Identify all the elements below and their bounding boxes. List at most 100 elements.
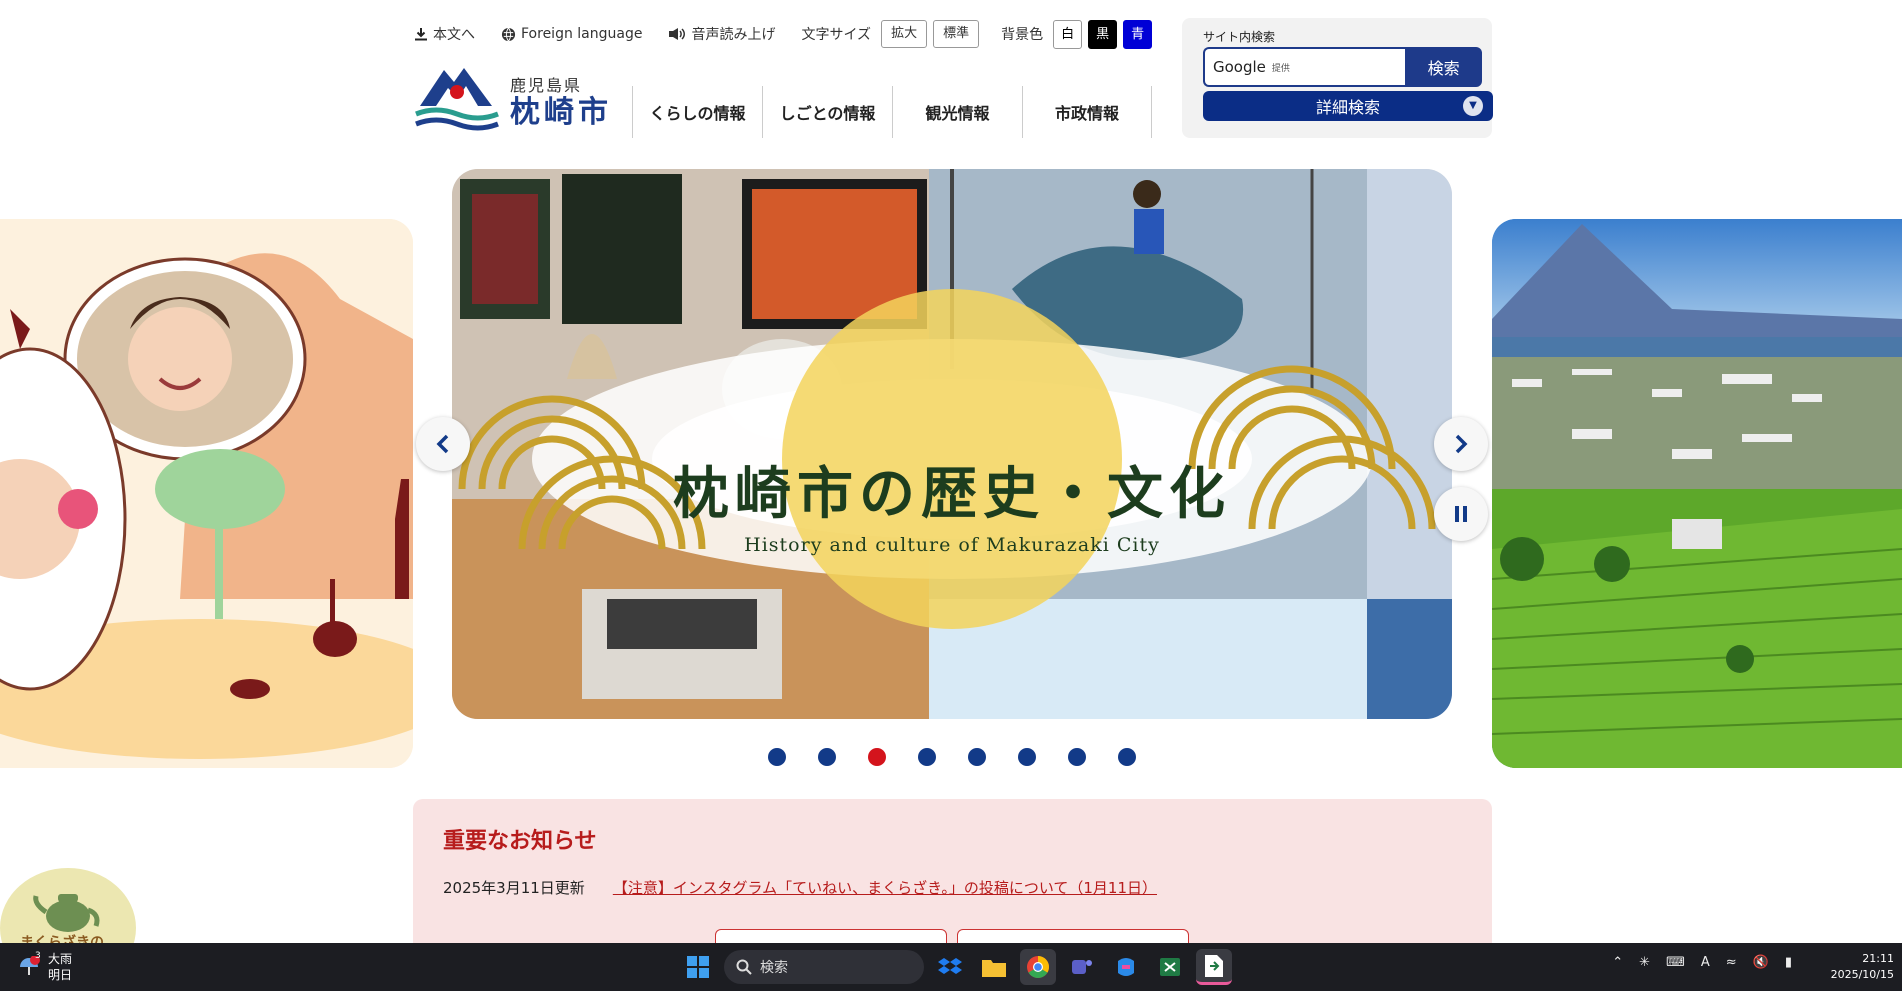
nav-item-life[interactable]: くらしの情報 (632, 86, 762, 138)
volume-muted-icon[interactable]: 🔇 (1753, 955, 1769, 970)
background-color-label: 背景色 (1001, 27, 1044, 43)
weather-main: 大雨 (48, 952, 73, 966)
utility-bar: 本文へ Foreign language 音声読み上げ 文字サイズ 拡大 標準 … (414, 19, 1158, 49)
nav-item-work[interactable]: しごとの情報 (762, 86, 892, 138)
active-app-icon[interactable] (1196, 949, 1232, 985)
carousel-dot-5[interactable] (968, 748, 986, 766)
taskbar-apps: 検索 (680, 949, 1232, 985)
notice-link[interactable]: 【注意】インスタグラム「ていねい、まくらざき。」の投稿について（1月11日） (613, 877, 1157, 898)
tea-field-landscape-image (1492, 219, 1902, 768)
read-aloud-link[interactable]: 音声読み上げ (668, 24, 775, 44)
read-aloud-label: 音声読み上げ (691, 27, 776, 43)
clock-time: 21:11 (1862, 952, 1894, 965)
search-icon (736, 959, 752, 975)
carousel-next-button[interactable] (1434, 417, 1488, 471)
children-illustration (0, 219, 413, 768)
carousel-dot-4[interactable] (918, 748, 936, 766)
important-notice-heading: 重要なお知らせ (443, 829, 597, 854)
search-provider-sub: 提供 (1271, 63, 1290, 74)
weather-sub: 明日 (48, 968, 73, 982)
site-search-row: Google 提供 検索 (1203, 47, 1482, 87)
taskbar-search-placeholder: 検索 (760, 960, 788, 976)
carousel-dot-3[interactable] (868, 748, 886, 766)
advanced-search-button[interactable]: 詳細検索 ▼ (1203, 91, 1493, 121)
chevron-up-icon[interactable]: ⌃ (1612, 955, 1623, 970)
bg-white-button[interactable]: 白 (1053, 19, 1083, 49)
start-button[interactable] (680, 949, 716, 985)
carousel-dot-2[interactable] (818, 748, 836, 766)
history-culture-slide-image (452, 169, 1452, 719)
foreign-language-label: Foreign language (521, 26, 643, 42)
carousel-dot-8[interactable] (1118, 748, 1136, 766)
site-search-panel: サイト内検索 Google 提供 検索 詳細検索 ▼ (1182, 18, 1493, 138)
foreign-language-link[interactable]: Foreign language (501, 26, 642, 42)
slide-title-jp: 枕崎市の歴史・文化 (673, 461, 1231, 527)
weather-text: 大雨 明日 (48, 951, 72, 983)
folder-icon (982, 960, 1006, 977)
search-provider-label: Google (1213, 58, 1266, 76)
system-tray: ⌃ ✳ ⌨ A ≈ 🔇 ▮ (1612, 955, 1792, 970)
speaker-icon (669, 28, 686, 40)
chevron-left-icon (436, 434, 449, 454)
site-search-title: サイト内検索 (1203, 30, 1276, 44)
dropbox-icon (938, 958, 962, 974)
carousel-pagination (768, 748, 1136, 766)
font-standard-button[interactable]: 標準 (933, 20, 980, 48)
carousel-current-slide[interactable]: 枕崎市の歴史・文化 History and culture of Makuraz… (452, 169, 1452, 719)
download-icon (415, 28, 427, 41)
carousel-prev-slide-preview[interactable] (0, 219, 413, 768)
logo-prefecture: 鹿児島県 (510, 75, 583, 95)
bg-blue-button[interactable]: 青 (1123, 19, 1153, 49)
carousel-pause-button[interactable] (1434, 487, 1488, 541)
font-size-label: 文字サイズ (801, 27, 872, 43)
carousel-next-slide-preview[interactable] (1492, 219, 1902, 768)
chevron-right-icon (1455, 434, 1468, 454)
skip-to-content-link[interactable]: 本文へ (414, 24, 475, 44)
notice-date: 2025年3月11日更新 (443, 879, 585, 897)
site-search-button[interactable]: 検索 (1405, 47, 1482, 87)
chrome-app-icon[interactable] (1020, 949, 1056, 985)
global-nav: くらしの情報 しごとの情報 観光情報 市政情報 (632, 86, 1152, 138)
carousel-prev-button[interactable] (416, 417, 470, 471)
nav-item-city-admin[interactable]: 市政情報 (1022, 86, 1152, 138)
font-larger-button[interactable]: 拡大 (881, 20, 928, 48)
teams-app-icon[interactable] (1064, 949, 1100, 985)
weather-alert-badge: 3 (35, 951, 41, 961)
clock-date: 2025/10/15 (1830, 968, 1894, 981)
chevron-down-icon: ▼ (1463, 96, 1483, 116)
site-logo[interactable]: 鹿児島県 枕崎市 (414, 62, 612, 138)
carousel-dot-6[interactable] (1018, 748, 1036, 766)
notice-item: 2025年3月11日更新 【注意】インスタグラム「ていねい、まくらざき。」の投稿… (443, 877, 1462, 898)
taskbar-search-box[interactable]: 検索 (724, 950, 924, 984)
file-explorer-app-icon[interactable] (976, 949, 1012, 985)
windows-logo-icon (687, 956, 709, 978)
excel-icon (1160, 958, 1180, 976)
advanced-search-label: 詳細検索 (1315, 98, 1380, 117)
nav-item-tourism[interactable]: 観光情報 (892, 86, 1022, 138)
keyboard-icon[interactable]: ⌨ (1666, 955, 1685, 970)
teams-icon (1072, 960, 1092, 974)
bg-black-button[interactable]: 黒 (1088, 19, 1118, 49)
bluetooth-icon[interactable]: ✳ (1639, 955, 1650, 970)
globe-icon (501, 27, 516, 41)
taskbar-clock[interactable]: 21:11 2025/10/15 (1831, 951, 1894, 983)
carousel-dot-1[interactable] (768, 748, 786, 766)
logo-city-name: 枕崎市 (510, 94, 612, 130)
copilot-app-icon[interactable] (1108, 949, 1144, 985)
battery-icon[interactable]: ▮ (1785, 955, 1792, 970)
taskbar-weather-widget[interactable]: 3 大雨 明日 (18, 951, 72, 983)
carousel-dot-7[interactable] (1068, 748, 1086, 766)
site-search-input[interactable]: Google 提供 (1203, 47, 1406, 87)
chrome-icon (1027, 956, 1049, 978)
ime-icon[interactable]: A (1701, 955, 1710, 970)
logo-text: 鹿児島県 枕崎市 (510, 72, 612, 129)
os-taskbar: 3 大雨 明日 検索 ⌃ ✳ ⌨ A ≈ 🔇 ▮ 21:11 2025/10/1… (0, 943, 1902, 991)
wifi-icon[interactable]: ≈ (1726, 955, 1737, 970)
excel-app-icon[interactable] (1152, 949, 1188, 985)
slide-title-en: History and culture of Makurazaki City (744, 534, 1160, 556)
skip-to-content-label: 本文へ (433, 27, 475, 43)
slide-caption: 枕崎市の歴史・文化 History and culture of Makuraz… (452, 449, 1452, 556)
pause-icon (1455, 506, 1467, 522)
dropbox-app-icon[interactable] (932, 949, 968, 985)
copilot-icon (1118, 958, 1134, 976)
